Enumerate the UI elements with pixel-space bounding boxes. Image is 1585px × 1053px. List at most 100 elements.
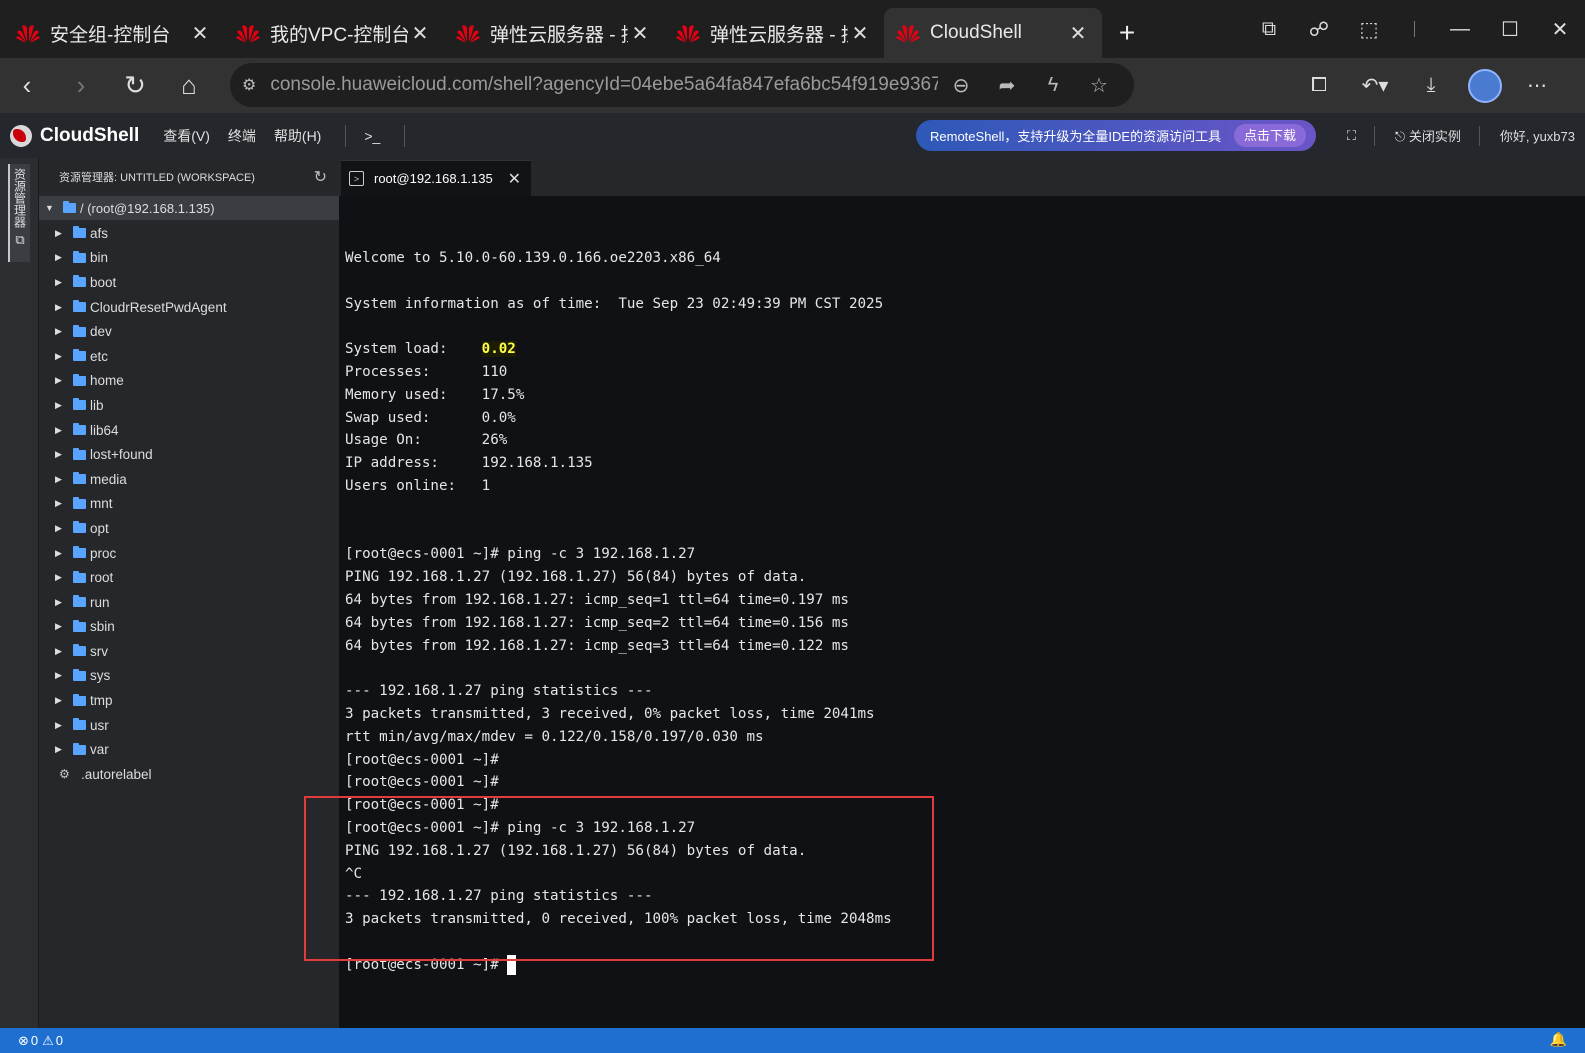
error-icon[interactable]: ⊗ — [18, 1033, 29, 1049]
terminal-highlight-value: 0.02 — [481, 341, 516, 358]
fullscreen-icon[interactable]: ⛶ — [1347, 128, 1356, 144]
explorer-folder-item[interactable]: ▶ etc — [39, 344, 339, 369]
explorer-folder-item[interactable]: ▶ lib64 — [39, 418, 339, 443]
separator — [404, 124, 406, 147]
chevron-right-icon: ▶ — [55, 572, 62, 583]
explorer-folder-item[interactable]: ▶ proc — [39, 541, 339, 566]
browser-tab-title: 我的VPC-控制台 — [270, 24, 408, 46]
copy-files-icon: ⧉ — [15, 232, 25, 247]
terminal-line: Memory used: 17.5% — [345, 385, 524, 405]
more-menu-icon[interactable]: ⋯ — [1514, 58, 1560, 113]
reload-icon[interactable]: ↻ — [108, 70, 162, 101]
close-instance-button[interactable]: ⎋ 关闭实例 — [1395, 126, 1461, 145]
explorer-folder-item[interactable]: ▶ usr — [39, 713, 339, 738]
separator — [345, 124, 347, 147]
user-greeting[interactable]: 你好, yuxb73 — [1500, 126, 1575, 145]
folder-icon — [73, 472, 86, 485]
browser-tab-2[interactable]: 我的VPC-控制台 ✕ — [224, 8, 444, 58]
explorer-root-folder[interactable]: ▼ / (root@192.168.1.135) — [39, 196, 339, 220]
folder-icon — [73, 300, 86, 313]
download-icon[interactable]: ⤓ — [1408, 58, 1454, 113]
explorer-folder-item[interactable]: ▶ lost+found — [39, 442, 339, 467]
lightning-icon[interactable]: ϟ — [1030, 74, 1076, 97]
huawei-logo-icon — [896, 25, 920, 43]
share-icon[interactable]: ➦ — [984, 73, 1030, 98]
close-tab-icon[interactable]: ✕ — [508, 169, 521, 189]
explorer-file-item[interactable]: ⚙ .autorelabel — [39, 762, 339, 787]
terminal-line-text: Welcome to 5.10.0-60.139.0.166.oe2203.x8… — [345, 250, 721, 266]
terminal-line-text: 64 bytes from 192.168.1.27: icmp_seq=3 t… — [345, 637, 849, 654]
folder-icon — [73, 693, 86, 706]
browser-tab-4[interactable]: 弹性云服务器 - 控 ✕ — [664, 8, 884, 58]
terminal-tab[interactable]: > root@192.168.1.135 ✕ — [341, 160, 531, 196]
extensions-puzzle-icon[interactable]: ⧠ — [1296, 58, 1342, 113]
explorer-folder-item[interactable]: ▶ root — [39, 565, 339, 590]
terminal-line: System information as of time: Tue Sep 2… — [345, 294, 883, 314]
folder-label: boot — [90, 274, 117, 290]
star-icon[interactable]: ☆ — [1076, 73, 1122, 98]
history-icon[interactable]: ↶▾ — [1352, 58, 1398, 113]
tab-actions-icon[interactable]: ⧉ — [1244, 18, 1294, 41]
home-icon[interactable]: ⌂ — [162, 70, 216, 101]
browser-tab-5[interactable]: CloudShell ✕ — [884, 8, 1102, 58]
editor-tab-bar: > root@192.168.1.135 ✕ — [339, 158, 1585, 196]
forward-icon[interactable]: › — [54, 70, 108, 101]
menu-help[interactable]: 帮助(H) — [274, 126, 321, 146]
annotation-highlight-box — [304, 796, 934, 961]
explorer-folder-item[interactable]: ▶ afs — [39, 221, 339, 246]
site-info-icon[interactable]: ⚙ — [242, 75, 256, 95]
explorer-folder-item[interactable]: ▶ CloudrResetPwdAgent — [39, 295, 339, 320]
terminal-icon[interactable]: >_ — [364, 128, 380, 144]
extensions-icon[interactable]: ⬚ — [1344, 17, 1394, 42]
explorer-folder-item[interactable]: ▶ media — [39, 467, 339, 492]
remoteshell-promo-banner[interactable]: RemoteShell，支持升级为全量IDE的资源访问工具 点击下载 — [916, 120, 1316, 151]
explorer-folder-item[interactable]: ▶ lib — [39, 393, 339, 418]
terminal-line: Users online: 1 — [345, 476, 490, 496]
close-tab-icon[interactable]: ✕ — [848, 21, 872, 46]
folder-icon — [73, 619, 86, 632]
close-tab-icon[interactable]: ✕ — [408, 21, 432, 46]
close-tab-icon[interactable]: ✕ — [188, 21, 212, 46]
back-icon[interactable]: ‹ — [0, 70, 54, 101]
error-count[interactable]: 0 — [31, 1033, 38, 1048]
refresh-icon[interactable]: ↻ — [314, 167, 327, 187]
explorer-folder-item[interactable]: ▶ run — [39, 590, 339, 615]
notification-bell-icon[interactable]: 🔔 — [1550, 1031, 1567, 1048]
close-window-icon[interactable]: ✕ — [1535, 17, 1585, 42]
folder-label: srv — [90, 643, 108, 659]
explorer-folder-item[interactable]: ▶ sbin — [39, 615, 339, 640]
explorer-folder-item[interactable]: ▶ opt — [39, 516, 339, 541]
address-toolbar: ‹ › ↻ ⌂ ⚙ console.huaweicloud.com/shell?… — [0, 58, 1585, 113]
warning-count[interactable]: 0 — [56, 1033, 63, 1048]
explorer-activity-button[interactable]: 资源管理器 ⧉ — [8, 164, 30, 262]
explorer-folder-item[interactable]: ▶ bin — [39, 246, 339, 271]
minimize-icon[interactable]: — — [1435, 18, 1485, 41]
terminal-line: IP address: 192.168.1.135 — [345, 453, 593, 473]
explorer-folder-item[interactable]: ▶ dev — [39, 319, 339, 344]
close-tab-icon[interactable]: ✕ — [1066, 21, 1090, 46]
url-text[interactable]: console.huaweicloud.com/shell?agencyId=0… — [270, 74, 938, 96]
maximize-icon[interactable]: ☐ — [1485, 17, 1535, 42]
menu-terminal[interactable]: 终端 — [228, 126, 256, 146]
incognito-icon[interactable]: ☍ — [1294, 17, 1344, 42]
browser-tab-title: CloudShell — [930, 22, 1022, 43]
folder-label: sbin — [90, 619, 115, 635]
explorer-folder-item[interactable]: ▶ var — [39, 737, 339, 762]
zoom-icon[interactable]: ⊖ — [938, 73, 984, 98]
address-bar[interactable]: ⚙ console.huaweicloud.com/shell?agencyId… — [230, 63, 1134, 107]
folder-label: opt — [90, 520, 109, 536]
explorer-folder-item[interactable]: ▶ mnt — [39, 492, 339, 517]
warning-icon[interactable]: ⚠ — [42, 1033, 54, 1049]
browser-tab-3[interactable]: 弹性云服务器 - 控 ✕ — [444, 8, 664, 58]
browser-tab-1[interactable]: 安全组-控制台 ✕ — [4, 8, 224, 58]
explorer-folder-item[interactable]: ▶ sys — [39, 664, 339, 689]
explorer-folder-item[interactable]: ▶ srv — [39, 639, 339, 664]
profile-avatar[interactable] — [1462, 58, 1508, 113]
explorer-folder-item[interactable]: ▶ tmp — [39, 688, 339, 713]
close-tab-icon[interactable]: ✕ — [628, 21, 652, 46]
explorer-folder-item[interactable]: ▶ home — [39, 369, 339, 394]
menu-view[interactable]: 查看(V) — [163, 126, 210, 146]
download-button[interactable]: 点击下载 — [1233, 124, 1306, 147]
explorer-folder-item[interactable]: ▶ boot — [39, 270, 339, 295]
new-tab-button[interactable]: + — [1102, 8, 1152, 58]
